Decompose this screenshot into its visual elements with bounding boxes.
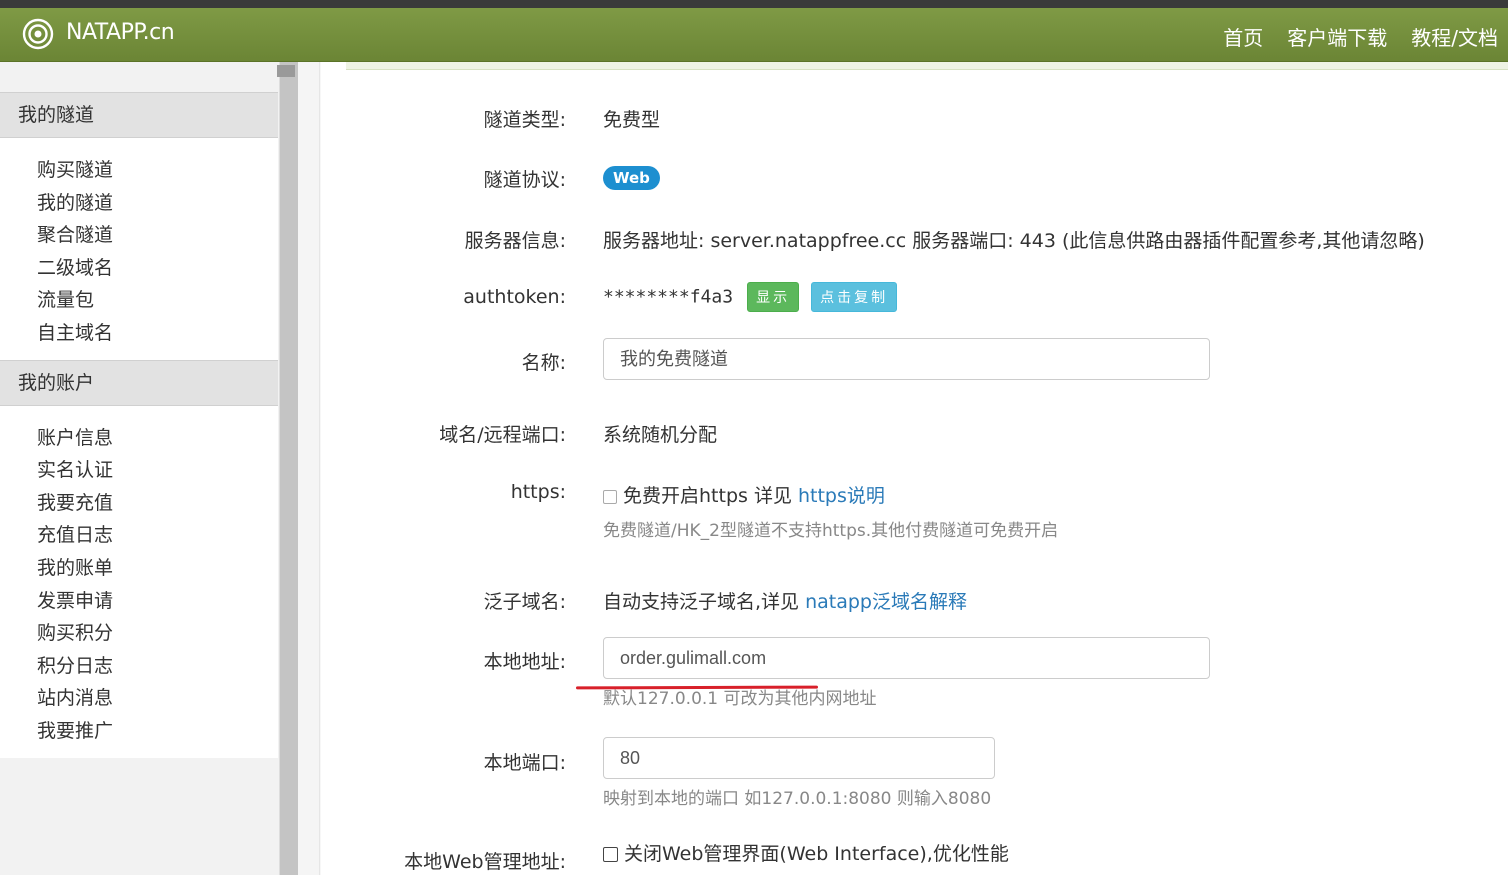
tunnel-config-form: 隧道类型: 免费型 隧道协议: Web 服务器信息: 服务器地址: server… [321,62,1508,875]
local-address-label: 本地地址: [483,651,566,673]
protocol-label: 隧道协议: [483,169,566,191]
window-top-strip [0,0,1508,8]
sidebar-item-verification[interactable]: 实名认证 [0,454,278,487]
sidebar-item-traffic-pack[interactable]: 流量包 [0,284,278,317]
navbar: NATAPP.cn 首页 客户端下载 教程/文档 [0,8,1508,62]
web-admin-label: 本地Web管理地址: [404,851,566,873]
show-token-button[interactable]: 显示 [747,282,800,312]
sidebar-item-invoice[interactable]: 发票申请 [0,585,278,618]
wildcard-label: 泛子域名: [483,591,566,613]
sidebar-item-buy-tunnel[interactable]: 购买隧道 [0,154,278,187]
authtoken-masked: ********f4a3 [603,286,734,308]
scroll-up-handle[interactable] [277,65,295,77]
https-checkbox-text: 免费开启https 详见 [623,485,798,507]
domain-label: 域名/远程端口: [439,424,566,446]
sidebar: 我的隧道 购买隧道 我的隧道 聚合隧道 二级域名 流量包 自主域名 我的账户 账… [0,62,280,875]
name-input[interactable]: 我的免费隧道 [603,338,1210,380]
sidebar-item-buy-points[interactable]: 购买积分 [0,617,278,650]
authtoken-row: ********f4a3 显示 点击复制 [603,282,898,312]
wildcard-value: 自动支持泛子域名,详见 natapp泛域名解释 [603,587,967,614]
nav-client-download[interactable]: 客户端下载 [1287,22,1387,51]
content-gutter [298,62,320,875]
protocol-value: Web [603,166,660,190]
sidebar-section-account[interactable]: 我的账户 [0,359,278,406]
sidebar-item-recharge[interactable]: 我要充值 [0,487,278,520]
brand-name[interactable]: NATAPP.cn [66,20,175,45]
sidebar-item-my-tunnels[interactable]: 我的隧道 [0,187,278,220]
server-info-value: 服务器地址: server.natappfree.cc 服务器端口: 443 (… [603,230,1425,252]
sidebar-item-aggregate-tunnel[interactable]: 聚合隧道 [0,219,278,252]
sidebar-item-promotion[interactable]: 我要推广 [0,715,278,748]
sidebar-item-bills[interactable]: 我的账单 [0,552,278,585]
server-info-label: 服务器信息: [464,230,566,252]
wildcard-doc-link[interactable]: natapp泛域名解释 [805,591,967,613]
nav-links: 首页 客户端下载 教程/文档 [1223,22,1498,51]
sidebar-item-subdomain[interactable]: 二级域名 [0,252,278,285]
sidebar-item-points-log[interactable]: 积分日志 [0,650,278,683]
tunnel-type-value: 免费型 [603,109,661,131]
web-admin-option: 关闭Web管理界面(Web Interface),优化性能 [603,839,1009,866]
https-label: https: [510,481,566,503]
nav-home[interactable]: 首页 [1223,22,1263,51]
web-admin-checkbox-text: 关闭Web管理界面(Web Interface),优化性能 [624,843,1009,865]
web-admin-checkbox[interactable] [603,847,618,862]
authtoken-label: authtoken: [463,286,566,308]
https-checkbox[interactable] [603,489,617,504]
name-label: 名称: [521,352,566,374]
https-option: 免费开启https 详见 https说明 [603,481,885,508]
sidebar-scrollbar[interactable] [280,62,298,875]
https-help-text: 免费隧道/HK_2型隧道不支持https.其他付费隧道可免费开启 [603,521,1059,541]
sidebar-item-account-info[interactable]: 账户信息 [0,422,278,455]
local-port-help: 映射到本地的端口 如127.0.0.1:8080 则输入8080 [603,789,992,809]
wildcard-text: 自动支持泛子域名,详见 [603,591,806,613]
sidebar-account-list: 账户信息 实名认证 我要充值 充值日志 我的账单 发票申请 购买积分 积分日志 … [0,405,278,758]
web-protocol-badge: Web [603,166,660,190]
domain-value: 系统随机分配 [603,424,718,446]
https-doc-link[interactable]: https说明 [798,485,885,507]
panel-top-edge [346,62,1508,70]
local-address-input[interactable]: order.gulimall.com [603,637,1210,679]
sidebar-item-recharge-log[interactable]: 充值日志 [0,519,278,552]
nav-docs[interactable]: 教程/文档 [1411,22,1498,51]
local-port-input[interactable]: 80 [603,737,995,779]
sidebar-item-custom-domain[interactable]: 自主域名 [0,317,278,350]
sidebar-item-messages[interactable]: 站内消息 [0,682,278,715]
local-port-label: 本地端口: [483,752,566,774]
sidebar-tunnels-list: 购买隧道 我的隧道 聚合隧道 二级域名 流量包 自主域名 [0,138,278,360]
natapp-logo-icon[interactable] [22,18,54,50]
copy-token-button[interactable]: 点击复制 [811,282,898,312]
tunnel-type-label: 隧道类型: [483,109,566,131]
sidebar-section-tunnels[interactable]: 我的隧道 [0,92,278,138]
